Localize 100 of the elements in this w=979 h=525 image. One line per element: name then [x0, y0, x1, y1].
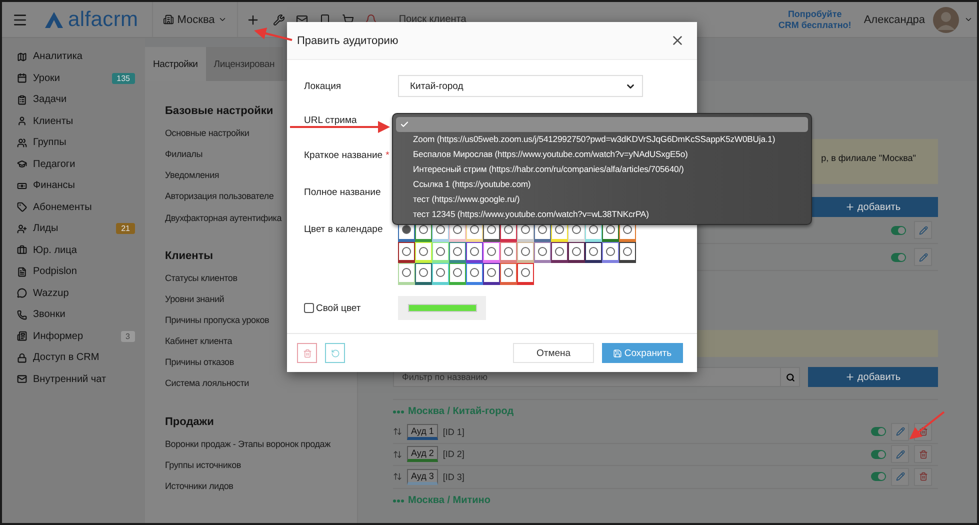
radio-button[interactable]	[436, 225, 445, 234]
radio-button[interactable]	[555, 246, 564, 256]
save-button[interactable]: Сохранить	[602, 343, 683, 363]
radio-button[interactable]	[589, 246, 598, 256]
color-swatch[interactable]	[517, 263, 534, 284]
radio-button[interactable]	[504, 225, 513, 234]
promo-link[interactable]: Попробуйте CRM бесплатно!	[778, 8, 852, 30]
radio-button[interactable]	[606, 225, 615, 234]
radio-button[interactable]	[521, 246, 530, 256]
color-swatch[interactable]	[466, 263, 483, 284]
sidebar-item[interactable]: Педагоги	[2, 154, 145, 175]
dropdown-option[interactable]: Беспалов Мирослав (https://www.youtube.com/watch?v=yNAdUSxgE5o)	[396, 146, 808, 162]
sidebar-item[interactable]: Юр. лица	[2, 240, 145, 261]
sort-handle-icon[interactable]	[393, 472, 402, 482]
dropdown-option[interactable]: тест (https://www.google.ru/)	[396, 191, 808, 206]
delete-button[interactable]	[914, 468, 932, 486]
sidebar-item[interactable]: Внутренний чат	[2, 368, 145, 390]
color-swatch[interactable]	[500, 242, 517, 263]
sidebar-item[interactable]: Доступ в CRM	[2, 347, 145, 368]
color-swatch[interactable]	[483, 242, 500, 263]
color-swatch[interactable]	[500, 263, 517, 284]
radio-button[interactable]	[572, 246, 581, 256]
radio-button[interactable]	[402, 268, 411, 278]
settings-link[interactable]: Источники лидов	[165, 480, 345, 492]
radio-button[interactable]	[470, 268, 479, 278]
color-swatch[interactable]	[602, 242, 619, 263]
toggle-switch[interactable]	[871, 427, 886, 436]
radio-button[interactable]	[623, 225, 632, 234]
radio-button[interactable]	[470, 246, 479, 256]
radio-button[interactable]	[538, 246, 547, 256]
radio-button[interactable]	[504, 268, 513, 278]
radio-button[interactable]	[436, 246, 445, 256]
color-swatch[interactable]	[466, 242, 483, 263]
radio-button[interactable]	[419, 268, 428, 278]
tab[interactable]: Лицензирован	[206, 47, 283, 81]
dropdown-option[interactable]: Интересный стрим (https://habr.com/ru/companies/alfa/articles/705640/)	[396, 162, 808, 176]
radio-button[interactable]	[402, 246, 411, 256]
color-swatch[interactable]	[415, 263, 432, 284]
tab[interactable]: Настройки	[145, 47, 206, 81]
radio-button[interactable]	[487, 225, 496, 234]
sidebar-item[interactable]: Задачи	[2, 89, 145, 110]
radio-button[interactable]	[538, 225, 547, 234]
color-swatch[interactable]	[398, 242, 415, 263]
radio-button[interactable]	[487, 246, 496, 256]
sidebar-item[interactable]: Группы	[2, 132, 145, 154]
radio-button[interactable]	[555, 225, 564, 234]
sort-handle-icon[interactable]	[393, 450, 402, 459]
sidebar-item[interactable]: Информер 3	[2, 326, 145, 347]
color-swatch[interactable]	[551, 242, 568, 263]
radio-button[interactable]	[453, 246, 462, 256]
edit-button[interactable]	[891, 468, 909, 486]
color-swatch[interactable]	[517, 242, 534, 263]
custom-color-checkbox[interactable]: Свой цвет	[304, 302, 398, 314]
radio-button[interactable]	[419, 225, 428, 234]
color-swatch[interactable]	[449, 263, 466, 284]
radio-button[interactable]	[623, 246, 632, 256]
color-swatch[interactable]	[432, 263, 449, 284]
sidebar-item[interactable]: Podpislon	[2, 261, 145, 282]
sidebar-item[interactable]: Уроки 135	[2, 68, 145, 89]
radio-button[interactable]	[487, 268, 496, 278]
edit-button[interactable]	[891, 422, 909, 441]
toggle-switch[interactable]	[871, 450, 886, 459]
radio-button[interactable]	[504, 246, 513, 256]
sidebar-item[interactable]: Финансы	[2, 175, 145, 196]
sidebar-item[interactable]: Wazzup	[2, 282, 145, 304]
settings-link[interactable]: Система лояльности	[165, 377, 345, 390]
sidebar-item[interactable]: Лиды 21	[2, 218, 145, 240]
color-swatch[interactable]	[449, 242, 466, 263]
radio-button[interactable]	[453, 268, 462, 278]
toggle-switch[interactable]	[891, 252, 906, 262]
radio-button[interactable]	[402, 225, 411, 234]
color-swatch[interactable]	[534, 242, 551, 263]
settings-link[interactable]: Воронки продаж - Этапы воронок продаж	[165, 438, 345, 450]
settings-link[interactable]: Группы источников	[165, 458, 345, 471]
sidebar-item[interactable]: Аналитика	[2, 46, 145, 68]
toggle-switch[interactable]	[871, 472, 886, 482]
cancel-button[interactable]: Отмена	[513, 343, 594, 363]
radio-button[interactable]	[436, 268, 445, 278]
delete-button[interactable]	[914, 445, 932, 464]
add-button[interactable]: добавить	[808, 367, 938, 387]
color-swatch[interactable]	[483, 263, 500, 284]
color-swatch[interactable]	[568, 242, 585, 263]
edit-button[interactable]	[891, 445, 909, 464]
color-swatch[interactable]	[619, 242, 636, 263]
color-swatch[interactable]	[585, 242, 602, 263]
search-button[interactable]	[780, 367, 800, 387]
radio-button[interactable]	[606, 246, 615, 256]
sidebar-item[interactable]: Звонки	[2, 304, 145, 326]
search-field[interactable]: Поиск клиента	[396, 13, 517, 26]
radio-button[interactable]	[521, 268, 530, 278]
edit-button[interactable]	[914, 221, 932, 239]
radio-button[interactable]	[470, 225, 479, 234]
radio-button[interactable]	[572, 225, 581, 234]
radio-button[interactable]	[589, 225, 598, 234]
sidebar-item[interactable]: Клиенты	[2, 110, 145, 132]
radio-button[interactable]	[453, 225, 462, 234]
location-select[interactable]: Китай-город	[398, 75, 643, 97]
branch-dropdown[interactable]: Москва	[153, 2, 238, 37]
toggle-switch[interactable]	[891, 226, 906, 234]
radio-button[interactable]	[419, 246, 428, 256]
